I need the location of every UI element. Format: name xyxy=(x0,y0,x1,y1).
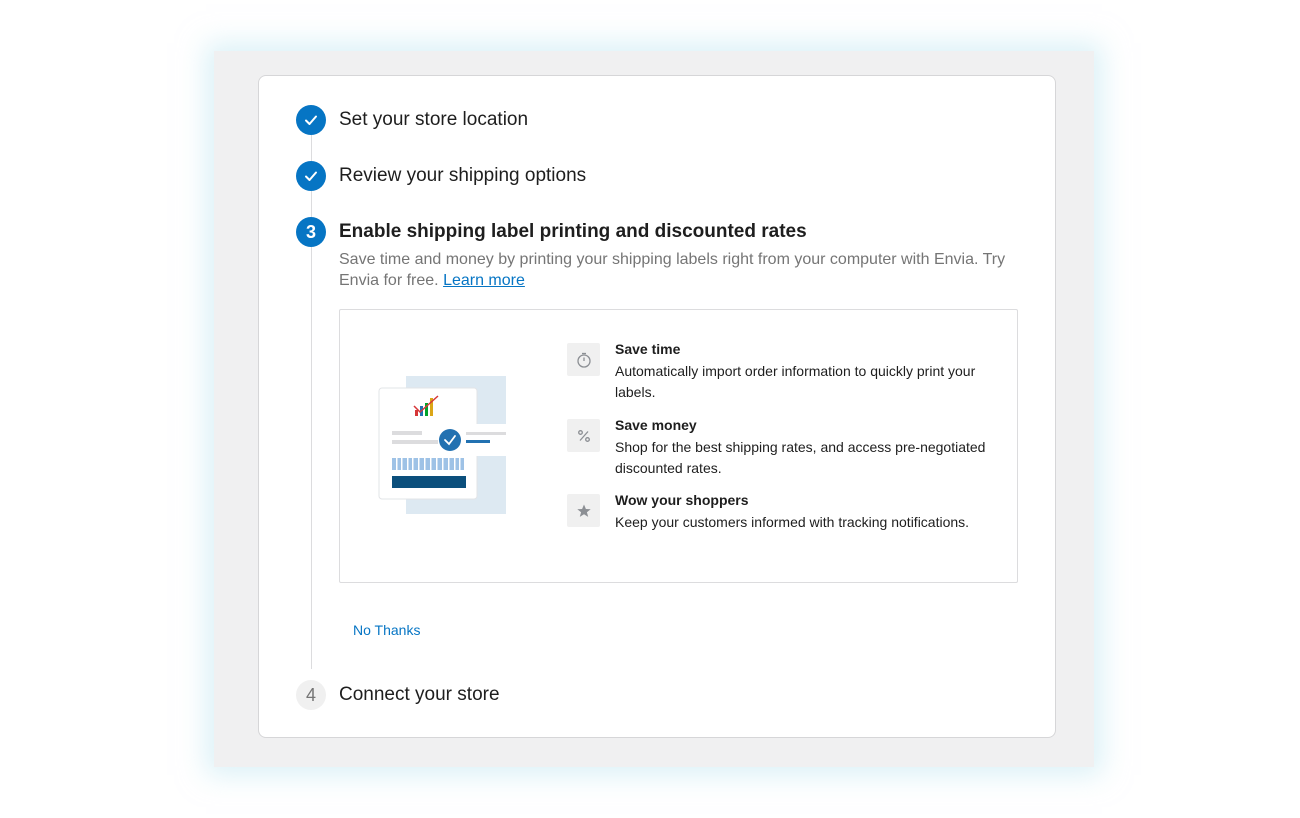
step-1-title[interactable]: Set your store location xyxy=(339,109,528,131)
setup-checklist-card: Set your store location Review your ship… xyxy=(258,75,1056,738)
step-connector xyxy=(311,191,312,217)
no-thanks-button[interactable]: No Thanks xyxy=(353,622,420,638)
step-4-number-badge: 4 xyxy=(296,680,326,710)
feature-panel: Save time Automatically import order inf… xyxy=(339,309,1018,583)
feature-description: Shop for the best shipping rates, and ac… xyxy=(615,439,986,476)
step-3-title: Enable shipping label printing and disco… xyxy=(339,221,807,242)
learn-more-link[interactable]: Learn more xyxy=(443,272,525,289)
feature-title: Wow your shoppers xyxy=(615,492,749,508)
feature-title: Save time xyxy=(615,341,681,357)
step-3-description-text: Save time and money by printing your shi… xyxy=(339,251,1006,289)
step-connector xyxy=(311,247,312,669)
feature-description: Automatically import order information t… xyxy=(615,363,976,400)
stopwatch-icon xyxy=(567,343,600,376)
shipping-label-illustration xyxy=(378,376,532,514)
star-icon xyxy=(567,494,600,527)
step-4-title[interactable]: Connect your store xyxy=(339,684,500,706)
step-2-title[interactable]: Review your shipping options xyxy=(339,165,586,187)
feature-title: Save money xyxy=(615,417,697,433)
step-2-complete-icon xyxy=(296,161,326,191)
feature-description: Keep your customers informed with tracki… xyxy=(615,514,970,530)
percent-icon xyxy=(567,419,600,452)
step-1-complete-icon xyxy=(296,105,326,135)
step-connector xyxy=(311,135,312,161)
step-3-description: Save time and money by printing your shi… xyxy=(339,249,1019,291)
step-3-number-badge: 3 xyxy=(296,217,326,247)
